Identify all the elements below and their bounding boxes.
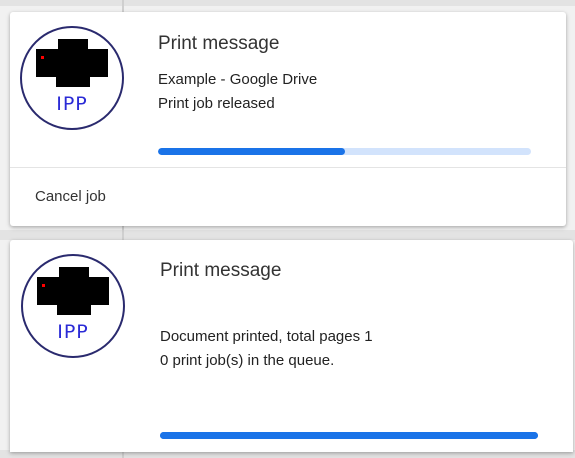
ipp-logo-text: IPP (57, 321, 89, 343)
background-strip-top (0, 0, 575, 6)
printer-status-dot (41, 56, 44, 59)
ipp-logo: IPP (20, 26, 124, 130)
print-progress-bar (160, 432, 538, 439)
ipp-logo: IPP (21, 254, 125, 358)
notification-title: Print message (158, 33, 280, 54)
background-divider-middle (122, 226, 124, 240)
printer-status-dot (42, 284, 45, 287)
cancel-job-button[interactable]: Cancel job (24, 180, 117, 214)
print-progress-fill (158, 148, 345, 155)
background-divider-top (122, 0, 124, 12)
ipp-logo-text: IPP (56, 93, 88, 115)
print-notification-card[interactable]: IPP Print message Example - Google Drive… (10, 12, 566, 226)
background-strip-middle (0, 230, 575, 240)
notification-queue-text: 0 print job(s) in the queue. (160, 352, 335, 369)
background-divider-bottom (122, 452, 124, 458)
print-progress-fill (160, 432, 538, 439)
notification-title: Print message (160, 260, 282, 281)
notification-document-name: Example - Google Drive (158, 71, 318, 88)
print-progress-bar (158, 148, 531, 155)
print-notification-card[interactable]: IPP Print message Document printed, tota… (10, 240, 573, 452)
notification-status-text: Document printed, total pages 1 (160, 328, 373, 345)
notification-status-text: Print job released (158, 95, 275, 112)
card-divider (10, 167, 566, 168)
